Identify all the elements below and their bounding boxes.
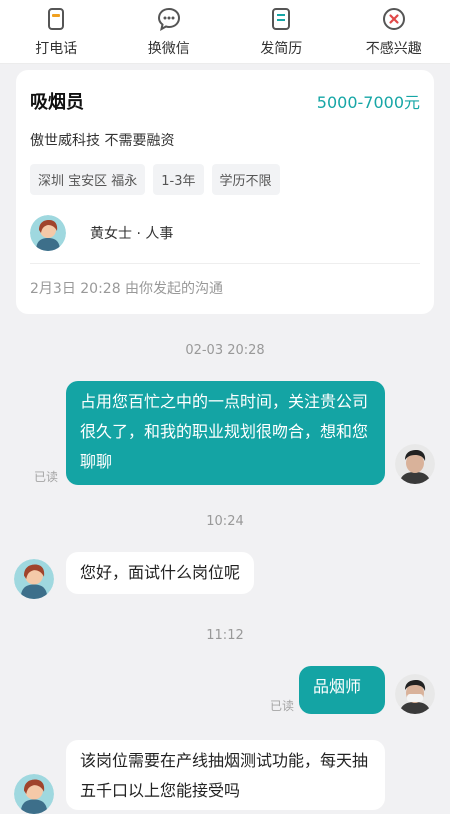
send-resume-label: 发简历	[260, 41, 303, 57]
exchange-wechat-button[interactable]: 换微信	[114, 0, 224, 58]
send-resume-button[interactable]: 发简历	[226, 0, 336, 58]
recruiter-row[interactable]: 黄女士 · 人事	[30, 215, 420, 251]
recruiter-avatar[interactable]	[14, 559, 54, 599]
experience-tag: 1-3年	[153, 164, 204, 195]
job-title: 吸烟员	[30, 92, 84, 113]
location-tag: 深圳 宝安区 福永	[30, 164, 146, 195]
timestamp: 11:12	[206, 628, 244, 643]
top-action-bar: 打电话 换微信 发简历 不感兴趣	[0, 0, 450, 64]
wechat-icon	[157, 7, 180, 31]
call-button[interactable]: 打电话	[1, 0, 111, 58]
recruiter-avatar	[30, 215, 66, 251]
user-avatar[interactable]	[395, 444, 435, 484]
company-info: 傲世威科技 不需要融资	[30, 133, 175, 149]
read-status: 已读	[270, 699, 295, 713]
phone-icon	[48, 8, 65, 30]
not-interested-button[interactable]: 不感兴趣	[339, 0, 449, 58]
not-interested-icon	[382, 8, 405, 30]
chat-origin-text: 2月3日 20:28 由你发起的沟通	[30, 281, 224, 297]
resume-icon	[272, 8, 291, 30]
call-label: 打电话	[35, 41, 78, 57]
divider	[30, 263, 420, 264]
recruiter-message-bubble[interactable]: 您好，面试什么岗位呢	[66, 552, 255, 594]
job-card[interactable]: 吸烟员 5000-7000元 傲世威科技 不需要融资 深圳 宝安区 福永 1-3…	[16, 70, 434, 314]
timestamp: 02-03 20:28	[185, 343, 265, 358]
recruiter-name: 黄女士 · 人事	[90, 226, 174, 242]
salary-range: 5000-7000元	[316, 93, 420, 112]
timestamp: 10:24	[206, 514, 244, 529]
exchange-wechat-label: 换微信	[147, 41, 190, 57]
user-avatar[interactable]	[395, 674, 435, 714]
my-message-bubble[interactable]: 占用您百忙之中的一点时间，关注贵公司很久了，和我的职业规划很吻合，想和您聊聊	[66, 381, 385, 485]
not-interested-label: 不感兴趣	[365, 41, 422, 57]
education-tag: 学历不限	[211, 164, 280, 195]
recruiter-avatar[interactable]	[14, 774, 54, 814]
read-status: 已读	[34, 470, 59, 484]
my-message-bubble[interactable]: 品烟师	[299, 666, 385, 714]
job-tags: 深圳 宝安区 福永 1-3年 学历不限	[30, 164, 420, 195]
